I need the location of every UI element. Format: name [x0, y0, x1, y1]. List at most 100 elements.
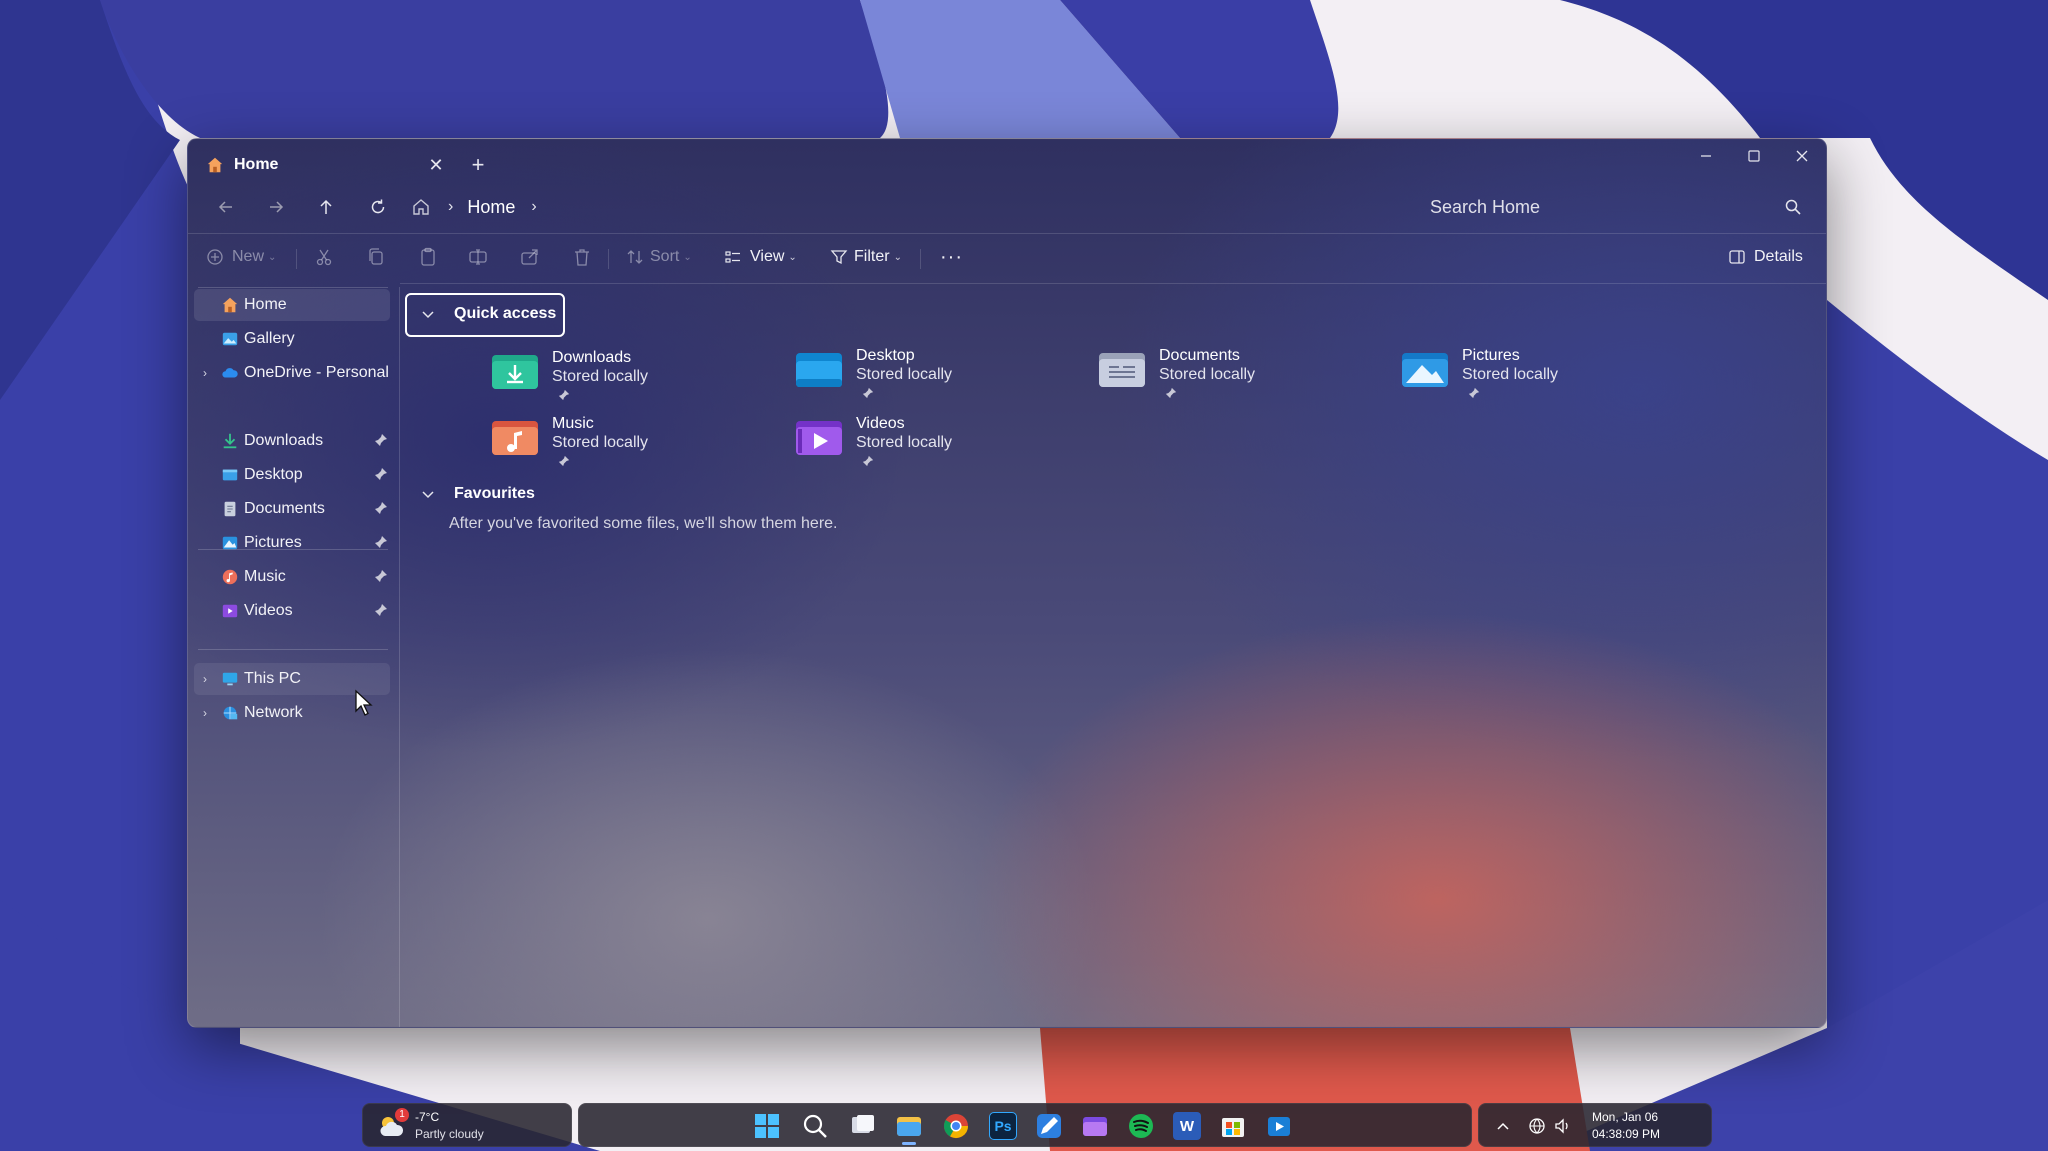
forward-button[interactable] — [260, 192, 292, 222]
chevron-right-icon[interactable]: › — [198, 672, 212, 686]
volume-icon[interactable] — [1553, 1116, 1573, 1136]
pin-icon — [375, 570, 387, 582]
videos-folder-icon — [796, 421, 842, 455]
more-options-button[interactable]: ··· — [940, 241, 963, 273]
quick-access-item-downloads[interactable]: Downloads Stored locally — [492, 345, 772, 407]
maximize-button[interactable] — [1730, 139, 1778, 173]
command-bar: New ⌄ Sort ⌄ View ⌄ Filter ⌄ ··· Details — [188, 235, 1826, 279]
sidebar-item-label: Downloads — [244, 432, 324, 449]
notification-badge: 1 — [395, 1108, 409, 1122]
taskbar-time[interactable]: 04:38:09 PM — [1592, 1127, 1660, 1141]
file-explorer-window: Home ✕ + › Home › Search Home New ⌄ Sort… — [187, 138, 1827, 1028]
filter-button[interactable]: Filter ⌄ — [830, 241, 902, 273]
home-icon — [207, 157, 223, 173]
start-icon[interactable] — [753, 1112, 781, 1140]
music-icon — [222, 569, 238, 585]
breadcrumb-separator[interactable]: › — [448, 198, 453, 216]
sidebar-item-desktop[interactable]: Desktop — [194, 459, 390, 491]
address-divider — [188, 233, 1826, 234]
share-button[interactable] — [520, 241, 540, 273]
favourites-header[interactable]: Favourites — [420, 485, 535, 503]
weather-condition: Partly cloudy — [415, 1127, 484, 1141]
content-area: Quick access Downloads Stored locally De… — [400, 287, 1826, 1027]
copy-button[interactable] — [366, 241, 386, 273]
pen-app-icon[interactable] — [1035, 1112, 1063, 1140]
desktop-icon — [222, 469, 238, 481]
quick-access-item-music[interactable]: Music Stored locally — [492, 411, 772, 473]
view-button[interactable]: View ⌄ — [724, 241, 797, 273]
chevron-up-icon[interactable] — [1493, 1116, 1513, 1136]
item-status: Stored locally — [1462, 366, 1559, 383]
tab-close-button[interactable]: ✕ — [422, 151, 450, 179]
chevron-right-icon[interactable]: › — [198, 366, 212, 380]
breadcrumb-home-button[interactable] — [408, 194, 434, 220]
plus-circle-icon — [207, 249, 223, 265]
sidebar-item-home[interactable]: Home — [194, 289, 390, 321]
media-player-icon[interactable] — [1265, 1112, 1293, 1140]
home-outline-icon — [413, 199, 429, 215]
trash-icon — [575, 249, 589, 266]
breadcrumb-separator[interactable]: › — [531, 198, 536, 216]
task-view-icon[interactable] — [849, 1112, 877, 1140]
sidebar-item-gallery[interactable]: Gallery — [194, 323, 390, 355]
word-icon[interactable]: W — [1173, 1112, 1201, 1140]
chrome-icon[interactable] — [942, 1112, 970, 1140]
chevron-right-icon[interactable]: › — [198, 706, 212, 720]
store-icon[interactable] — [1219, 1112, 1247, 1140]
photoshop-icon[interactable]: Ps — [989, 1112, 1017, 1140]
search-icon[interactable] — [1784, 198, 1802, 216]
search-icon[interactable] — [801, 1112, 829, 1140]
sort-button[interactable]: Sort ⌄ — [626, 241, 692, 273]
weather-widget[interactable]: 1 -7°C Partly cloudy — [362, 1103, 572, 1147]
taskbar-apps: Ps W — [578, 1103, 1472, 1147]
back-button[interactable] — [210, 192, 242, 222]
sidebar-item-label: This PC — [244, 670, 301, 687]
details-button-label: Details — [1754, 248, 1803, 265]
network-globe-icon[interactable] — [1527, 1116, 1547, 1136]
toolbar-divider — [400, 283, 1826, 284]
search-box[interactable] — [1418, 189, 1816, 225]
file-explorer-icon[interactable] — [895, 1112, 923, 1140]
videos-icon — [222, 604, 238, 618]
item-name: Videos — [856, 415, 905, 432]
refresh-button[interactable] — [362, 192, 394, 222]
sort-icon — [627, 250, 643, 264]
folder-app-icon[interactable] — [1081, 1112, 1109, 1140]
item-status: Stored locally — [1159, 366, 1256, 383]
up-button[interactable] — [310, 192, 342, 222]
tab-home[interactable]: Home ✕ — [194, 145, 450, 185]
quick-access-item-documents[interactable]: Documents Stored locally — [1099, 343, 1379, 405]
pin-icon — [375, 502, 387, 514]
sidebar-item-label: Network — [244, 704, 303, 721]
maximize-icon — [1748, 150, 1760, 162]
breadcrumb-item-home[interactable]: Home — [467, 197, 515, 218]
details-pane-icon — [1729, 250, 1745, 264]
sidebar-item-documents[interactable]: Documents — [194, 493, 390, 525]
spotify-icon[interactable] — [1127, 1112, 1155, 1140]
new-button[interactable]: New ⌄ — [206, 241, 276, 273]
pin-icon — [375, 434, 387, 446]
sidebar-item-downloads[interactable]: Downloads — [194, 425, 390, 457]
pin-icon — [375, 536, 387, 548]
sidebar-item-videos[interactable]: Videos — [194, 595, 390, 627]
delete-button[interactable] — [572, 241, 592, 273]
breadcrumb: › Home › — [408, 185, 551, 229]
network-icon — [223, 706, 238, 720]
sidebar-item-pictures[interactable]: Pictures — [194, 527, 390, 559]
sidebar-item-label: OneDrive - Personal — [244, 364, 389, 381]
sidebar-item-music[interactable]: Music — [194, 561, 390, 593]
toolbar-separator — [608, 249, 609, 269]
paste-button[interactable] — [418, 241, 438, 273]
close-button[interactable] — [1778, 139, 1826, 173]
quick-access-item-pictures[interactable]: Pictures Stored locally — [1402, 343, 1682, 405]
rename-button[interactable] — [468, 241, 488, 273]
taskbar-date[interactable]: Mon, Jan 06 — [1592, 1110, 1658, 1124]
quick-access-item-desktop[interactable]: Desktop Stored locally — [796, 343, 1076, 405]
sidebar-item-onedrive[interactable]: › OneDrive - Personal — [194, 357, 390, 389]
search-input[interactable] — [1418, 196, 1758, 218]
minimize-button[interactable] — [1682, 139, 1730, 173]
cut-button[interactable] — [314, 241, 334, 273]
quick-access-item-videos[interactable]: Videos Stored locally — [796, 411, 1076, 473]
details-button[interactable]: Details — [1728, 241, 1803, 273]
new-tab-button[interactable]: + — [464, 151, 492, 179]
